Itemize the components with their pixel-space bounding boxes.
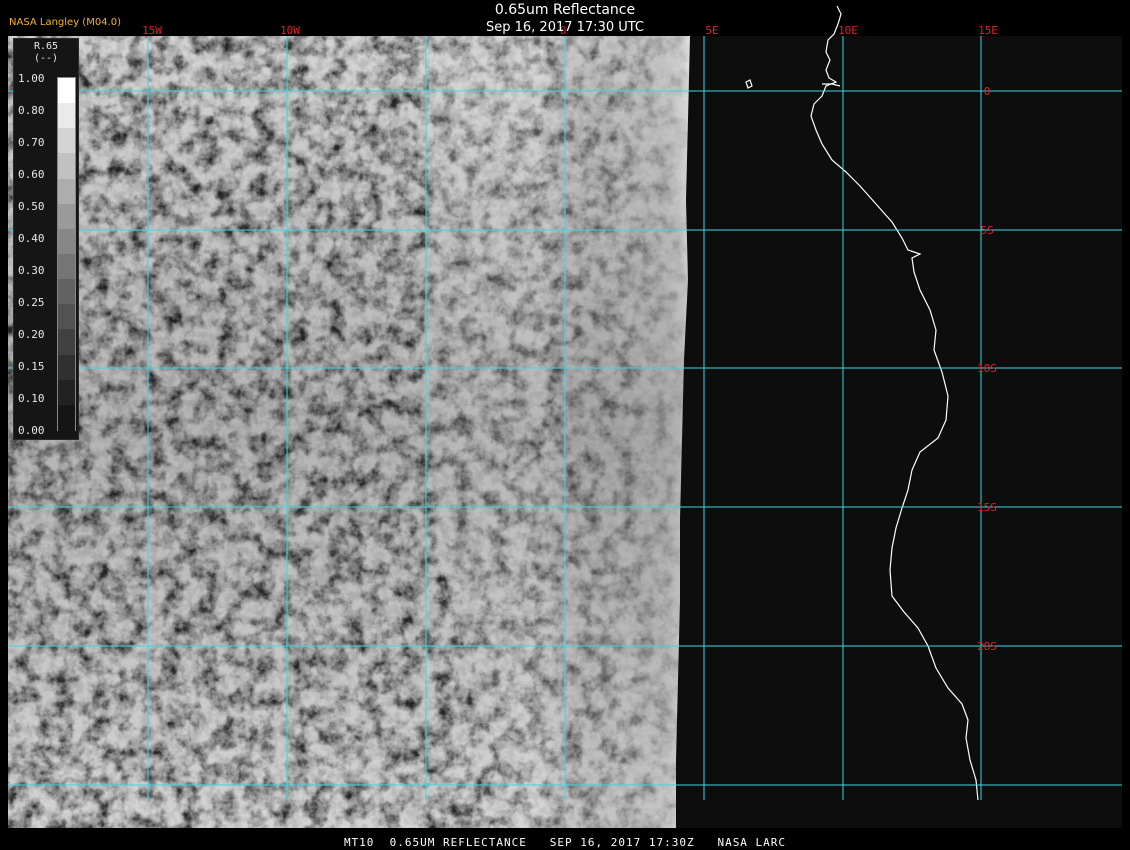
satellite-map: 15W 10W 0 5E 10E 15E05S10S15S20S [0, 0, 1130, 850]
colorbar-level [58, 203, 75, 230]
latitude-label: 5S [980, 224, 993, 237]
colorbar-level [58, 178, 75, 205]
image-datetime: Sep 16, 2017 17:30 UTC [485, 20, 645, 35]
colorbar-level [58, 329, 75, 356]
colorbar-variable: R.65 [33, 41, 59, 52]
colorbar-tick-label: 0.40 [18, 232, 45, 245]
colorbar-level [58, 153, 75, 180]
latitude-label: 10S [977, 362, 997, 375]
colorbar-tick-label: 0.30 [18, 264, 45, 277]
image-title: 0.65um Reflectance [494, 2, 636, 18]
colorbar-tick-label: 1.00 [18, 72, 45, 85]
colorbar-level [58, 103, 75, 130]
colorbar-tick-label: 0.25 [18, 296, 45, 309]
colorbar-level [58, 379, 75, 406]
colorbar-legend: R.65 (--) 1.00 0.80 0.70 0.60 0.50 0.40 0.30 0.… [13, 38, 79, 440]
colorbar-level [58, 254, 75, 280]
colorbar-tick-label: 0.80 [18, 104, 45, 117]
colorbar-level [58, 304, 75, 331]
colorbar-level [58, 228, 75, 255]
colorbar-tick-label: 0.20 [18, 328, 45, 341]
colorbar-level [58, 404, 75, 431]
colorbar-level [58, 354, 75, 381]
colorbar-tick-label: 0.00 [18, 424, 45, 437]
latitude-label: 0 [984, 85, 991, 98]
colorbar-tick-label: 0.50 [18, 200, 45, 213]
latitude-label: 20S [977, 640, 997, 653]
colorbar-tick-label: 0.60 [18, 168, 45, 181]
colorbar-strip [57, 77, 76, 431]
colorbar-tick-label: 0.10 [18, 392, 45, 405]
colorbar-tick-label: 0.15 [18, 360, 45, 373]
colorbar-units: (--) [33, 53, 59, 64]
colorbar-tick-label: 0.70 [18, 136, 45, 149]
producer-label: NASA Langley (M04.0) [9, 17, 121, 28]
latitude-label: 15S [977, 501, 997, 514]
colorbar-level [58, 78, 75, 104]
colorbar-level [58, 128, 75, 155]
colorbar-level [58, 279, 75, 306]
footer-caption: MT10 0.65UM REFLECTANCE SEP 16, 2017 17:… [343, 836, 787, 849]
